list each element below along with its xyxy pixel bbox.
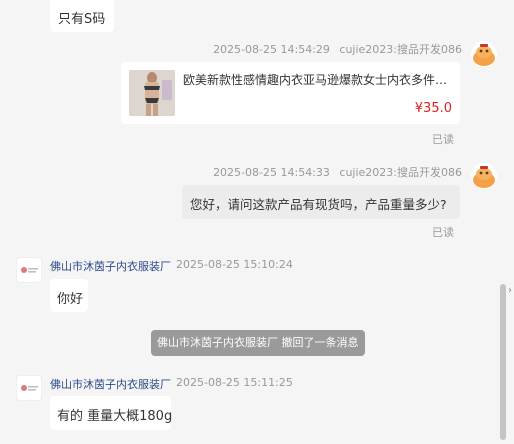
message-meta: 2025-08-25 14:54:29 cujie2023:搜品开发086 bbox=[213, 41, 462, 57]
message-bubble: 有的 重量大概180g bbox=[50, 396, 173, 430]
shop-name[interactable]: 佛山市沐茵子内衣服装厂 bbox=[50, 258, 171, 274]
message-timestamp: 2025-08-25 15:11:25 bbox=[176, 376, 293, 389]
message-timestamp: 2025-08-25 15:10:24 bbox=[176, 258, 293, 271]
cartoon-face-icon bbox=[473, 166, 495, 188]
product-image bbox=[129, 70, 175, 116]
shop-logo-icon bbox=[21, 385, 38, 391]
recall-notice: 佛山市沐茵子内衣服装厂 撤回了一条消息 bbox=[151, 330, 365, 356]
sender-name: cujie2023:搜品开发086 bbox=[339, 43, 462, 56]
message-bubble: 只有S码 bbox=[50, 0, 114, 32]
message-timestamp: 2025-08-25 14:54:33 bbox=[213, 166, 330, 179]
message-text: 只有S码 bbox=[58, 12, 106, 27]
read-status: 已读 bbox=[432, 133, 454, 146]
message-timestamp: 2025-08-25 14:54:29 bbox=[213, 43, 330, 56]
avatar[interactable] bbox=[16, 257, 42, 283]
scrollbar-thumb[interactable] bbox=[500, 284, 506, 440]
shop-logo-icon bbox=[21, 267, 38, 273]
product-card[interactable]: 欧美新款性感情趣内衣亚马逊爆款女士内衣多件套透视... ¥35.0 bbox=[121, 62, 460, 124]
shop-name[interactable]: 佛山市沐茵子内衣服装厂 bbox=[50, 376, 171, 392]
product-price: ¥35.0 bbox=[414, 101, 452, 116]
chevron-right-icon[interactable]: › bbox=[508, 285, 512, 296]
message-bubble: 你好 bbox=[50, 279, 88, 312]
message-text: 您好，请问这款产品有现货吗，产品重量多少? bbox=[190, 197, 447, 212]
cartoon-face-icon bbox=[473, 44, 495, 66]
message-text: 有的 重量大概180g bbox=[57, 409, 173, 424]
message-meta: 2025-08-25 14:54:33 cujie2023:搜品开发086 bbox=[213, 164, 462, 180]
avatar[interactable] bbox=[471, 163, 497, 189]
sender-name: cujie2023:搜品开发086 bbox=[339, 166, 462, 179]
message-text: 你好 bbox=[57, 292, 84, 307]
product-title[interactable]: 欧美新款性感情趣内衣亚马逊爆款女士内衣多件套透视... bbox=[183, 71, 453, 88]
avatar[interactable] bbox=[471, 41, 497, 67]
read-status: 已读 bbox=[432, 226, 454, 239]
lingerie-product-thumbnail bbox=[129, 70, 175, 116]
message-bubble: 您好，请问这款产品有现货吗，产品重量多少? bbox=[182, 185, 460, 219]
avatar[interactable] bbox=[16, 375, 42, 401]
